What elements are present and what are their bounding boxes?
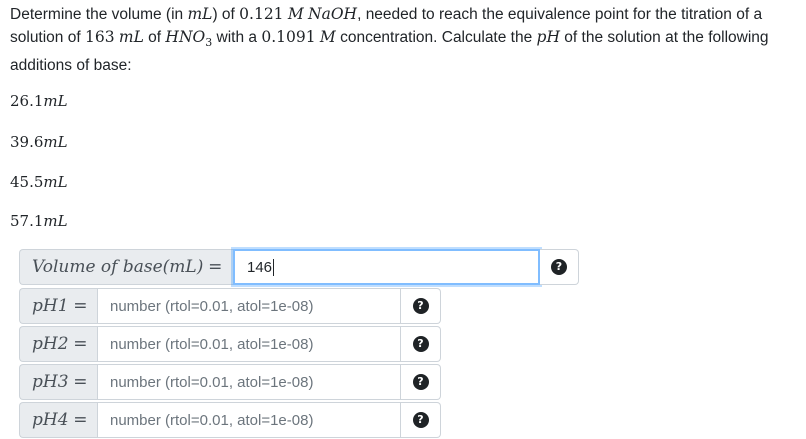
question-circle-icon[interactable]: ? [551, 259, 567, 275]
base-formula: NaOH [308, 5, 358, 23]
equals-sign: = [73, 410, 88, 430]
ph3-help-button[interactable]: ? [401, 364, 441, 400]
acid-formula: HNO [165, 28, 206, 46]
ph2-help-button[interactable]: ? [401, 326, 441, 362]
ph4-label: pH4 = [19, 402, 97, 438]
ph3-input[interactable]: number (rtol=0.01, atol=1e-08) [97, 364, 401, 400]
volume-label: Volume of base (mL) = [19, 249, 233, 285]
ph2-input-group: pH2 = number (rtol=0.01, atol=1e-08) ? [19, 326, 441, 362]
question-circle-icon[interactable]: ? [412, 374, 429, 390]
ph1-placeholder[interactable]: number (rtol=0.01, atol=1e-08) [110, 298, 313, 315]
question-text: Determine the volume (in mL) of 0.121 M … [10, 3, 800, 77]
unit-molar: M [319, 28, 336, 46]
volume-input[interactable]: 146 [233, 249, 540, 285]
volume-label-unit: (mL) [162, 257, 204, 277]
equals-sign: = [73, 372, 88, 392]
equals-sign: = [208, 257, 223, 277]
question-circle-icon[interactable]: ? [412, 298, 429, 314]
ph4-input-group: pH4 = number (rtol=0.01, atol=1e-08) ? [19, 402, 441, 438]
addition-item-4: 57.1mL [10, 212, 68, 230]
addition-item-3: 45.5mL [10, 173, 68, 191]
unit-ml: mL [187, 5, 213, 23]
ph-symbol: pH [536, 28, 560, 46]
question-text-segment: with a [212, 29, 262, 46]
equals-sign: = [73, 334, 88, 354]
ph-label-text: pH1 [32, 296, 69, 316]
addition-value: 45.5 [10, 173, 44, 191]
question-text-segment: ) of [212, 6, 240, 23]
ph1-label: pH1 = [19, 288, 97, 324]
question-circle-icon[interactable]: ? [412, 336, 429, 352]
ph1-input-group: pH1 = number (rtol=0.01, atol=1e-08) ? [19, 288, 441, 324]
ph4-placeholder[interactable]: number (rtol=0.01, atol=1e-08) [110, 412, 313, 429]
question-circle-icon[interactable]: ? [412, 412, 429, 428]
ph3-input-group: pH3 = number (rtol=0.01, atol=1e-08) ? [19, 364, 441, 400]
unit-ml: mL [118, 28, 144, 46]
ph2-placeholder[interactable]: number (rtol=0.01, atol=1e-08) [110, 336, 313, 353]
ph-label-text: pH4 [32, 410, 69, 430]
addition-unit: mL [43, 133, 68, 151]
ph1-input[interactable]: number (rtol=0.01, atol=1e-08) [97, 288, 401, 324]
acid-concentration: 0.1091 [261, 28, 316, 46]
ph2-input[interactable]: number (rtol=0.01, atol=1e-08) [97, 326, 401, 362]
ph3-label: pH3 = [19, 364, 97, 400]
ph-label-text: pH3 [32, 372, 69, 392]
ph2-label: pH2 = [19, 326, 97, 362]
ph4-help-button[interactable]: ? [401, 402, 441, 438]
equals-sign: = [73, 296, 88, 316]
volume-input-value[interactable]: 146 [247, 259, 272, 276]
unit-molar: M [287, 5, 304, 23]
volume-help-button[interactable]: ? [540, 249, 579, 285]
text-caret [273, 258, 275, 276]
addition-item-1: 26.1mL [10, 92, 68, 110]
acid-volume: 163 [84, 28, 115, 46]
ph1-help-button[interactable]: ? [401, 288, 441, 324]
ph-label-text: pH2 [32, 334, 69, 354]
addition-value: 39.6 [10, 133, 44, 151]
base-concentration: 0.121 [239, 5, 284, 23]
question-text-segment: of [143, 29, 166, 46]
question-text-segment: Determine the volume (in [10, 6, 188, 23]
addition-unit: mL [43, 212, 68, 230]
ph3-placeholder[interactable]: number (rtol=0.01, atol=1e-08) [110, 374, 313, 391]
addition-value: 57.1 [10, 212, 44, 230]
question-text-segment: concentration. Calculate the [335, 29, 537, 46]
addition-value: 26.1 [10, 92, 44, 110]
addition-unit: mL [43, 92, 68, 110]
addition-item-2: 39.6mL [10, 133, 68, 151]
addition-unit: mL [43, 173, 68, 191]
volume-input-group: Volume of base (mL) = 146 ? [19, 249, 579, 285]
ph4-input[interactable]: number (rtol=0.01, atol=1e-08) [97, 402, 401, 438]
volume-label-text: Volume of base [32, 257, 163, 277]
